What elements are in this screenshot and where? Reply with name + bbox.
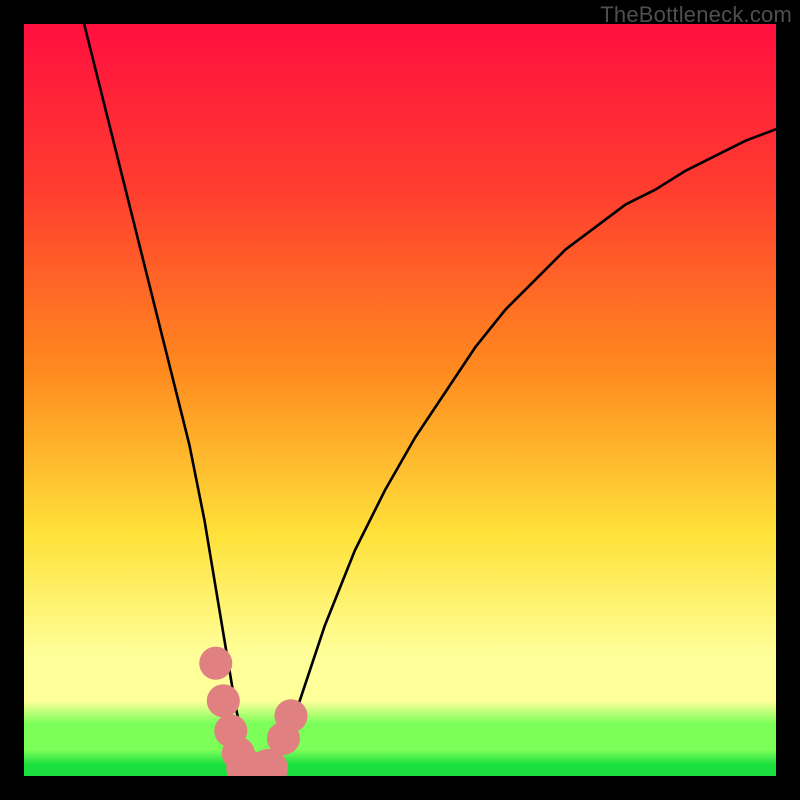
curve-marker: [199, 647, 232, 680]
curve-marker: [274, 699, 307, 732]
plot-area: [24, 24, 776, 776]
bottleneck-curve: [24, 24, 776, 776]
outer-frame: TheBottleneck.com: [0, 0, 800, 800]
curve-marker: [207, 684, 240, 717]
